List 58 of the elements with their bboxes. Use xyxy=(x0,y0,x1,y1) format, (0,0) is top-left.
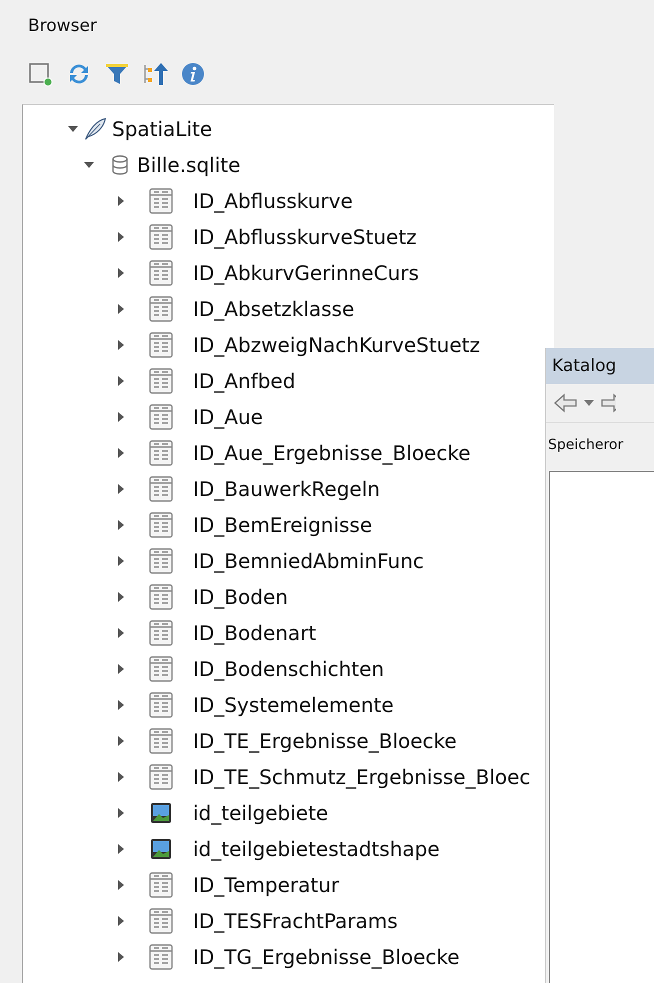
table-icon xyxy=(149,728,173,754)
tree-item[interactable]: ID_TG_Ergebnisse_Bloecke xyxy=(193,945,460,969)
tree-item[interactable]: ID_Absetzklasse xyxy=(193,297,354,321)
tree-item[interactable]: ID_Abflusskurve xyxy=(193,189,353,213)
tree-item[interactable]: ID_Aue xyxy=(193,405,263,429)
add-layer-icon[interactable] xyxy=(28,61,54,87)
field-label: Speicheror xyxy=(547,436,624,455)
caret-icon[interactable] xyxy=(584,399,594,407)
tree-item[interactable]: ID_TE_Ergebnisse_Bloecke xyxy=(193,729,457,753)
tree-item[interactable]: ID_Temperatur xyxy=(193,873,340,897)
table-icon xyxy=(149,404,173,430)
table-icon xyxy=(149,476,173,502)
panel-title: Browser xyxy=(27,15,98,38)
raster-image-icon xyxy=(149,801,173,825)
table-icon xyxy=(149,944,173,970)
tree-item[interactable]: Bille.sqlite xyxy=(137,153,240,177)
tree-item[interactable]: ID_BemniedAbminFunc xyxy=(193,549,424,573)
table-icon xyxy=(149,584,173,610)
table-icon xyxy=(149,440,173,466)
tree-item[interactable]: ID_TE_Schmutz_Ergebnisse_Bloec xyxy=(193,765,530,789)
feather-icon xyxy=(83,116,107,142)
raster-image-icon xyxy=(149,837,173,861)
tree-item[interactable]: ID_AbflusskurveStuetz xyxy=(193,225,417,249)
table-icon xyxy=(149,296,173,322)
collapse-tree-icon[interactable] xyxy=(142,61,168,87)
table-icon xyxy=(149,188,173,214)
tree-item[interactable]: ID_Systemelemente xyxy=(193,693,394,717)
table-icon xyxy=(149,872,173,898)
back-arrow-icon[interactable] xyxy=(554,393,578,413)
table-icon xyxy=(149,656,173,682)
info-icon[interactable] xyxy=(180,61,206,87)
tree-item[interactable]: ID_Aue_Ergebnisse_Bloecke xyxy=(193,441,471,465)
table-icon xyxy=(149,548,173,574)
tree-item[interactable]: ID_BemEreignisse xyxy=(193,513,372,537)
tree-item[interactable]: ID_Bodenschichten xyxy=(193,657,384,681)
tree-item[interactable]: ID_Anfbed xyxy=(193,369,296,393)
tree-item[interactable]: id_teilgebietestadtshape xyxy=(193,837,440,861)
table-icon xyxy=(149,224,173,250)
table-icon xyxy=(149,512,173,538)
panel-title: Katalog xyxy=(546,348,654,384)
table-icon xyxy=(149,908,173,934)
filter-icon[interactable] xyxy=(104,61,130,87)
table-icon xyxy=(149,332,173,358)
tree-item[interactable]: ID_AbkurvGerinneCurs xyxy=(193,261,419,285)
forward-arrow-icon[interactable] xyxy=(600,393,616,413)
tree-item[interactable]: SpatiaLite xyxy=(112,117,212,141)
tree-item[interactable]: ID_Boden xyxy=(193,585,288,609)
tree-item[interactable]: ID_BauwerkRegeln xyxy=(193,477,380,501)
database-icon xyxy=(111,155,129,175)
tree-item[interactable]: id_teilgebiete xyxy=(193,801,328,825)
table-icon xyxy=(149,620,173,646)
table-icon xyxy=(149,260,173,286)
table-icon xyxy=(149,368,173,394)
table-icon xyxy=(149,692,173,718)
tree-item[interactable]: ID_Bodenart xyxy=(193,621,316,645)
tree-item[interactable]: ID_TESFrachtParams xyxy=(193,909,398,933)
table-icon xyxy=(149,764,173,790)
tree-item[interactable]: ID_AbzweigNachKurveStuetz xyxy=(193,333,480,357)
